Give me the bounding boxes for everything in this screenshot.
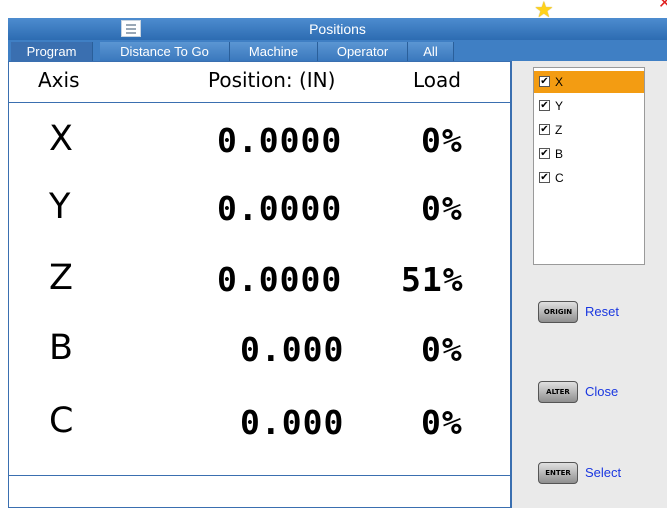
menu-icon[interactable]: [121, 20, 141, 37]
load-value: 0%: [421, 189, 463, 228]
axis-list-item-label: Y: [555, 99, 564, 113]
checkmark-icon[interactable]: ✔: [539, 76, 550, 87]
axis-list-item-label: C: [555, 171, 564, 185]
axis-listbox[interactable]: ✔ X ✔ Y ✔ Z ✔ B ✔ C: [533, 67, 645, 265]
checkmark-icon[interactable]: ✔: [539, 148, 550, 159]
origin-key-button[interactable]: ORIGIN: [538, 301, 578, 323]
alter-key-button[interactable]: ALTER: [538, 381, 578, 403]
header-load: Load: [413, 68, 461, 92]
close-action-label[interactable]: Close: [585, 381, 618, 403]
position-value: 0.0000: [217, 260, 343, 299]
tab-all[interactable]: All: [408, 42, 454, 61]
tab-distance-to-go[interactable]: Distance To Go: [100, 42, 230, 61]
axis-label: Z: [49, 258, 73, 298]
axis-list-item-c[interactable]: ✔ C: [534, 167, 644, 189]
axis-label: X: [49, 119, 73, 159]
position-value: 0.000: [240, 403, 345, 442]
table-header: Axis Position: (IN) Load: [9, 62, 510, 103]
header-position: Position: (IN): [208, 68, 336, 92]
axis-list-item-b[interactable]: ✔ B: [534, 143, 644, 165]
axis-list-item-label: B: [555, 147, 564, 161]
header-axis: Axis: [38, 68, 80, 92]
axis-list-item-label: Z: [555, 123, 563, 137]
position-value: 0.0000: [217, 189, 343, 228]
axis-list-item-y[interactable]: ✔ Y: [534, 95, 644, 117]
axis-list-item-label: X: [555, 75, 564, 89]
close-icon[interactable]: ✕: [658, 0, 667, 13]
positions-table: Axis Position: (IN) Load X 0.0000 0% Y 0…: [8, 61, 511, 508]
checkmark-icon[interactable]: ✔: [539, 100, 550, 111]
tab-program[interactable]: Program: [11, 42, 93, 61]
axis-selection-panel: ✔ X ✔ Y ✔ Z ✔ B ✔ C ORIGIN Reset ALTER C…: [511, 61, 667, 508]
checkmark-icon[interactable]: ✔: [539, 124, 550, 135]
tab-operator[interactable]: Operator: [318, 42, 408, 61]
load-value: 0%: [421, 121, 463, 160]
tab-machine[interactable]: Machine: [230, 42, 318, 61]
axis-label: B: [49, 328, 74, 368]
axis-label: C: [49, 401, 74, 441]
window-title: Positions: [309, 21, 366, 37]
title-bar: Positions: [8, 18, 667, 40]
load-value: 0%: [421, 330, 463, 369]
axis-list-item-x[interactable]: ✔ X: [534, 71, 644, 93]
position-value: 0.000: [240, 330, 345, 369]
reset-action-label[interactable]: Reset: [585, 301, 619, 323]
table-divider: [9, 475, 510, 476]
load-value: 51%: [401, 260, 464, 299]
enter-key-button[interactable]: ENTER: [538, 462, 578, 484]
tab-bar: Program Distance To Go Machine Operator …: [8, 40, 667, 61]
axis-label: Y: [49, 187, 71, 227]
position-value: 0.0000: [217, 121, 343, 160]
load-value: 0%: [421, 403, 463, 442]
select-action-label[interactable]: Select: [585, 462, 621, 484]
axis-list-item-z[interactable]: ✔ Z: [534, 119, 644, 141]
checkmark-icon[interactable]: ✔: [539, 172, 550, 183]
star-icon[interactable]: ★: [534, 0, 554, 24]
